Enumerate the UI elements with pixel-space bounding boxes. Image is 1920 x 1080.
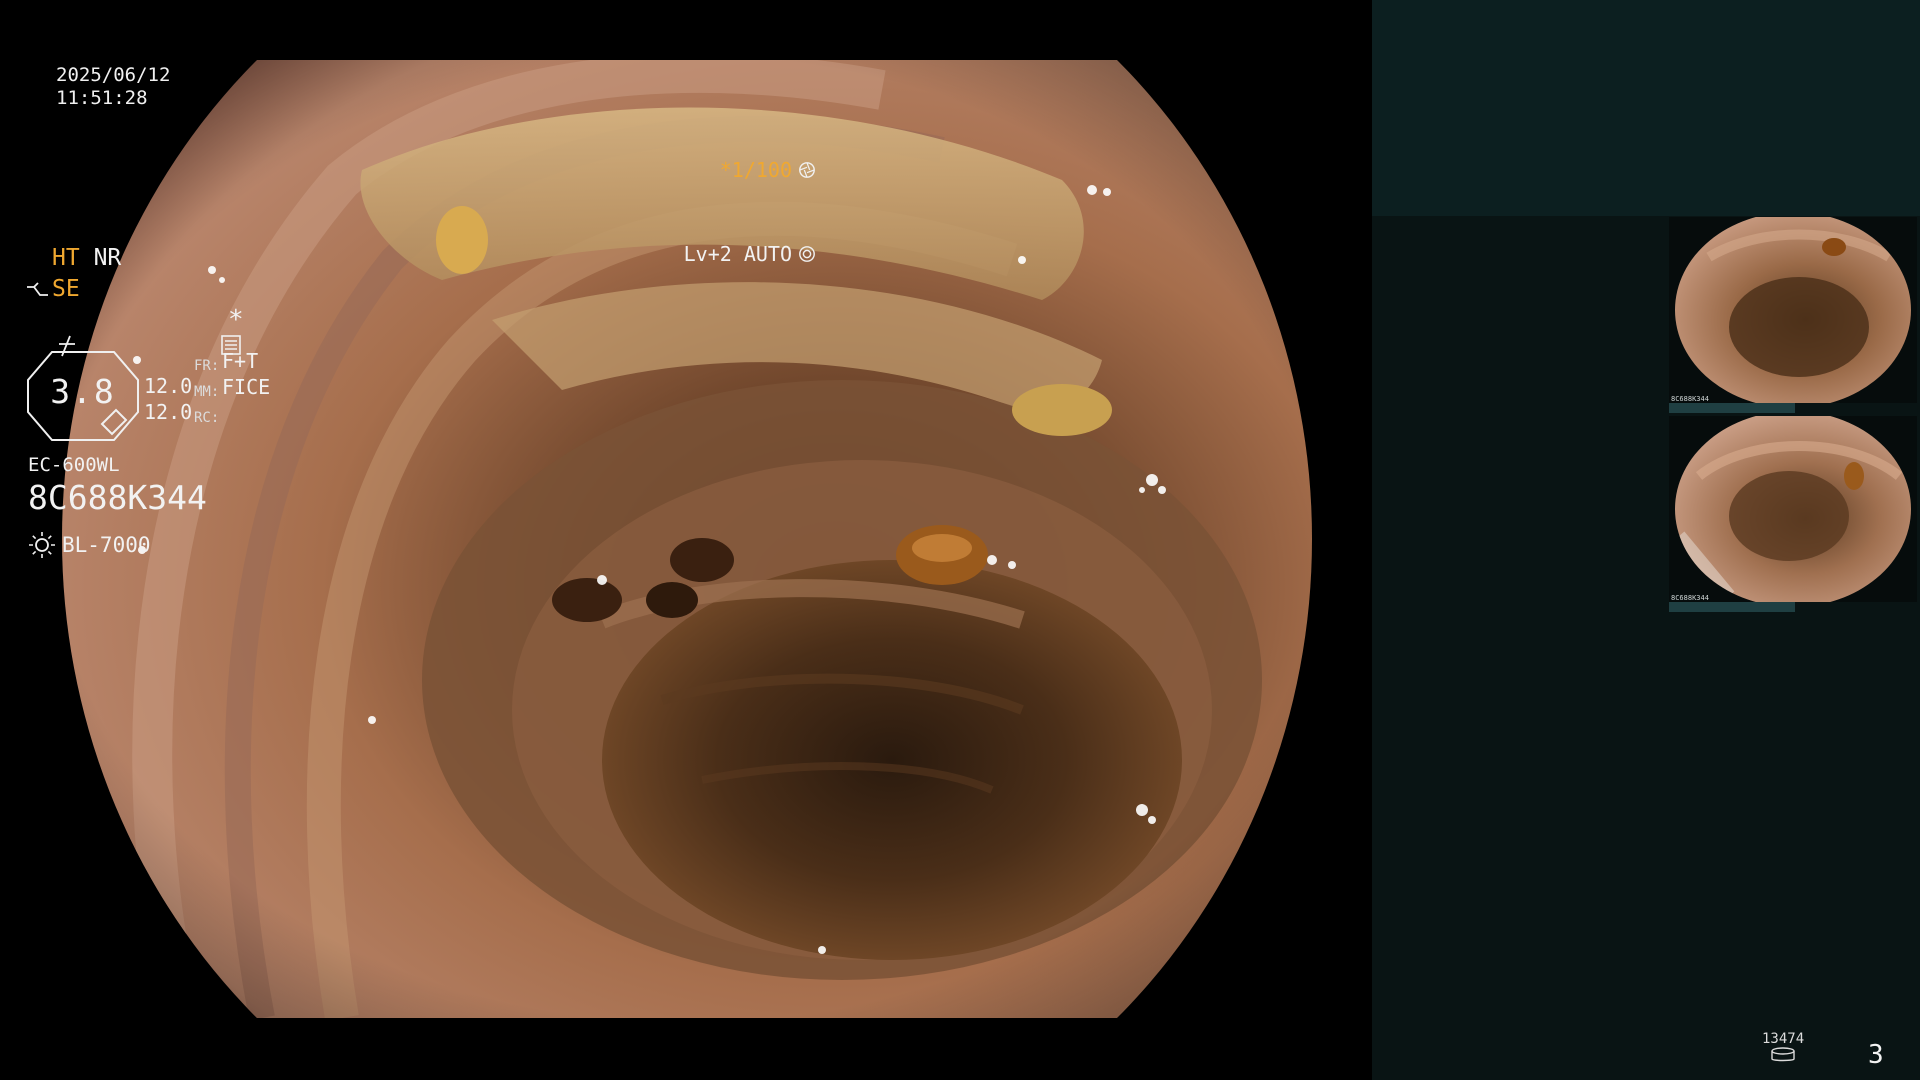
exposure-info: *1/100 Lv+2 AUTO (684, 100, 816, 324)
rc-label: RC: (194, 410, 220, 426)
zoom-gauge: 3.8 (26, 350, 140, 442)
panel-header-area (1372, 0, 1920, 216)
light-source: BL-7000 (28, 531, 151, 559)
value-1: 12.0 (144, 374, 193, 398)
value-2: 12.0 (144, 400, 193, 424)
date-time-stamp: 2025/06/12 11:51:28 (56, 64, 170, 110)
gauge-value: 3.8 (50, 372, 116, 411)
page-number: 3 (1868, 1040, 1884, 1070)
iris-icon (799, 246, 815, 262)
ht-label: HT (52, 245, 80, 271)
thumbnail-2-bar (1669, 602, 1795, 612)
captured-thumbnail-2[interactable] (1669, 416, 1917, 602)
mm-label: MM: (194, 384, 220, 400)
endoscope-view: 2025/06/12 11:51:28 *1/100 Lv+2 AUTO (0, 0, 1372, 1080)
thumbnail-2-caption: 8C688K344 (1671, 594, 1709, 602)
image-count-text: 13474 (1762, 1031, 1805, 1047)
se-indicator: SE (26, 275, 80, 303)
scope-serial: 8C688K344 (28, 478, 207, 517)
level-mode-text: Lv+2 AUTO (683, 242, 792, 266)
lamp-icon (29, 532, 55, 558)
captured-thumbnail-1[interactable] (1669, 217, 1917, 403)
thumbnail-1-caption: 8C688K344 (1671, 395, 1709, 403)
aperture-icon (799, 162, 815, 178)
time-text: 11:51:28 (56, 87, 148, 109)
date-text: 2025/06/12 (56, 64, 171, 86)
fr-label: FR: (194, 358, 220, 374)
fr-value: F+T (222, 349, 259, 373)
asterisk-icon: * (228, 305, 244, 335)
storage-icon (1771, 1047, 1795, 1062)
shutter-speed-text: *1/100 (719, 158, 792, 182)
ht-nr-indicator: HT NR (52, 244, 121, 272)
light-source-label: BL-7000 (62, 533, 151, 557)
nr-label: NR (93, 245, 122, 271)
scope-model: EC-600WL (28, 454, 120, 476)
image-counter: 13474 (1762, 1031, 1804, 1067)
thumbnail-1-bar (1669, 403, 1795, 413)
structure-enhance-icon (27, 282, 48, 296)
se-label: SE (52, 276, 80, 302)
mm-value: FICE (222, 375, 271, 399)
